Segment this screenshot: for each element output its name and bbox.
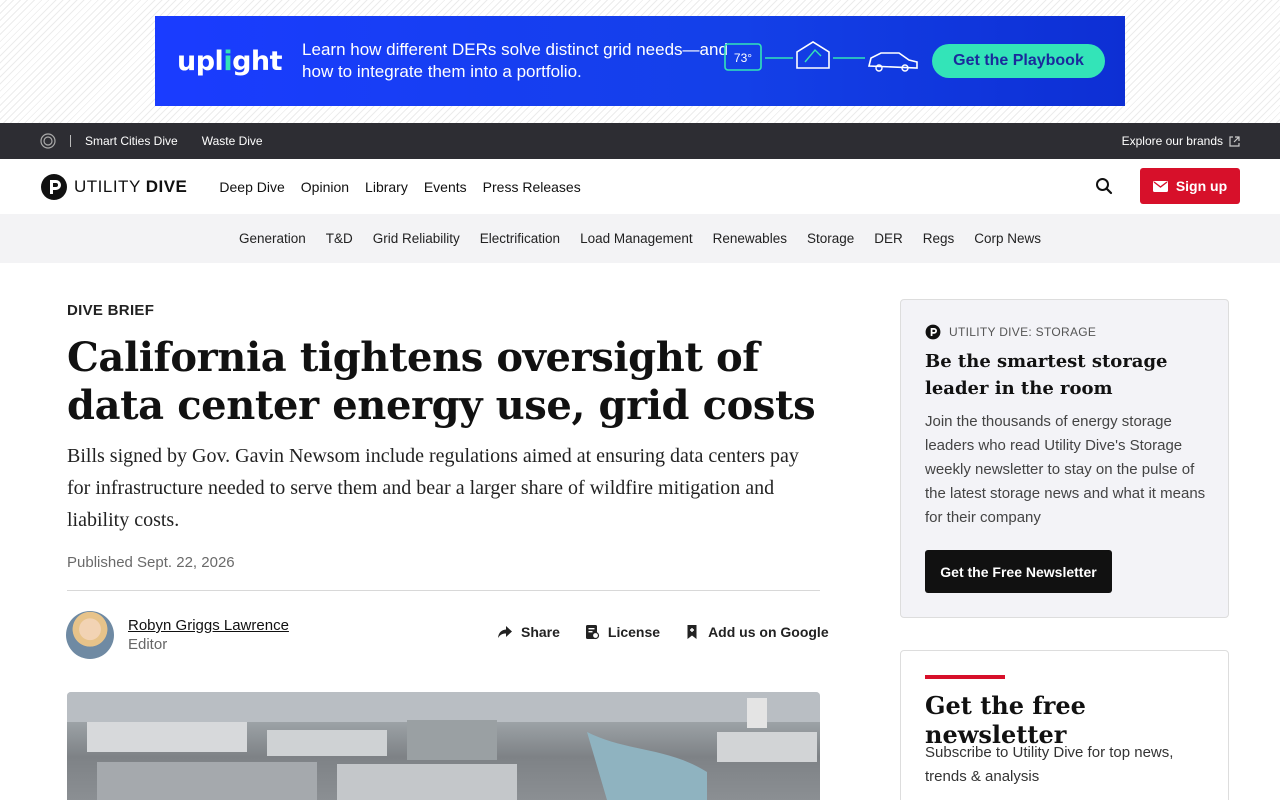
add-us-on-google-button[interactable]: Add us on Google — [684, 624, 829, 640]
sign-up-label: Sign up — [1175, 178, 1228, 194]
site-header: UTILITY DIVE Deep Dive Opinion Library E… — [0, 159, 1280, 214]
nav-item-events[interactable]: Events — [424, 179, 467, 195]
article-hero-image — [67, 692, 820, 800]
ad-der-graphic: 73° — [724, 41, 918, 72]
newsletter-body: Subscribe to Utility Dive for top news, … — [925, 744, 1174, 785]
article-headline: California tightens oversight of data ce… — [67, 334, 816, 429]
explore-brands-link[interactable]: Explore our brands — [1122, 134, 1240, 148]
share-icon — [498, 626, 512, 638]
ad-banner-area: uplight Learn how different DERs solve d… — [0, 0, 1280, 123]
nav-item-library[interactable]: Library — [365, 179, 408, 195]
ad-text: Learn how different DERs solve distinct … — [302, 40, 728, 81]
published-date: Published Sept. 22, 2026 — [67, 554, 235, 571]
license-label: License — [607, 624, 661, 640]
ad-cta-button[interactable]: Get the Playbook — [932, 44, 1105, 78]
nav-item-opinion[interactable]: Opinion — [301, 179, 349, 195]
ad-logo: uplight — [177, 45, 283, 77]
industry-dive-icon[interactable] — [40, 133, 56, 149]
ad-banner[interactable]: uplight Learn how different DERs solve d… — [155, 16, 1125, 106]
topic-electrification[interactable]: Electrification — [480, 231, 560, 246]
network-brand-link[interactable]: Waste Dive — [202, 134, 263, 148]
share-button[interactable]: Share — [497, 624, 560, 640]
explore-brands-label: Explore our brands — [1121, 134, 1223, 148]
nav-item-deep-dive[interactable]: Deep Dive — [219, 179, 284, 195]
topic-grid-reliability[interactable]: Grid Reliability — [373, 231, 460, 246]
hero-aerial-photo — [67, 692, 820, 800]
author-role: Editor — [128, 636, 168, 653]
topic-corp-news[interactable]: Corp News — [974, 231, 1041, 246]
license-icon — [585, 625, 600, 640]
newsletter-accent-bar — [925, 675, 1005, 679]
search-icon — [1096, 178, 1113, 195]
author-info: Robyn Griggs Lawrence Editor — [128, 617, 289, 653]
get-free-newsletter-button[interactable]: Get the Free Newsletter — [925, 550, 1112, 593]
main-nav: Deep Dive Opinion Library Events Press R… — [219, 179, 580, 195]
share-label: Share — [521, 624, 560, 640]
logo-text: UTILITY DIVE — [74, 176, 188, 196]
storage-newsletter-promo: UTILITY DIVE: STORAGE Be the smartest st… — [900, 299, 1229, 618]
newsletter-signup-card: Get the free newsletter Subscribe to Uti… — [900, 650, 1229, 800]
mail-icon — [1152, 180, 1168, 192]
topic-t-and-d[interactable]: T&D — [326, 231, 353, 246]
topic-renewables[interactable]: Renewables — [713, 231, 787, 246]
promo-body: Join the thousands of energy storage lea… — [925, 413, 1206, 526]
sign-up-button[interactable]: Sign up — [1140, 168, 1240, 204]
article-dek: Bills signed by Gov. Gavin Newsom includ… — [67, 445, 799, 531]
add-us-on-google-label: Add us on Google — [708, 624, 829, 640]
topic-nav: Generation T&D Grid Reliability Electrif… — [0, 214, 1280, 263]
topic-regs[interactable]: Regs — [923, 231, 955, 246]
article-divider — [67, 590, 820, 591]
thermostat-value: 73° — [734, 51, 752, 65]
utility-dive-logo-icon — [41, 173, 67, 200]
author-block: Robyn Griggs Lawrence Editor — [66, 611, 289, 659]
promo-eyebrow: UTILITY DIVE: STORAGE — [925, 324, 1096, 340]
author-avatar[interactable] — [66, 611, 114, 659]
promo-eyebrow-label: UTILITY DIVE: STORAGE — [949, 325, 1097, 339]
topic-der[interactable]: DER — [874, 231, 903, 246]
promo-title: Be the smartest storage leader in the ro… — [925, 351, 1168, 399]
article-kicker: DIVE BRIEF — [67, 302, 155, 319]
bookmark-icon — [687, 625, 697, 639]
network-brand-link[interactable]: Smart Cities Dive — [85, 134, 178, 148]
topic-load-management[interactable]: Load Management — [580, 231, 693, 246]
topic-storage[interactable]: Storage — [807, 231, 854, 246]
topic-generation[interactable]: Generation — [239, 231, 306, 246]
site-logo[interactable]: UTILITY DIVE — [40, 173, 187, 201]
search-button[interactable] — [1094, 177, 1114, 197]
article-actions: Share License Add us on Google — [497, 624, 829, 640]
utility-dive-logo-icon — [925, 324, 941, 340]
external-link-icon — [1229, 135, 1240, 147]
network-bar: Smart Cities Dive Waste Dive Explore our… — [0, 123, 1280, 159]
license-button[interactable]: License — [584, 624, 660, 640]
network-separator — [70, 135, 71, 147]
author-name-link[interactable]: Robyn Griggs Lawrence — [128, 617, 289, 634]
nav-item-press-releases[interactable]: Press Releases — [483, 179, 581, 195]
